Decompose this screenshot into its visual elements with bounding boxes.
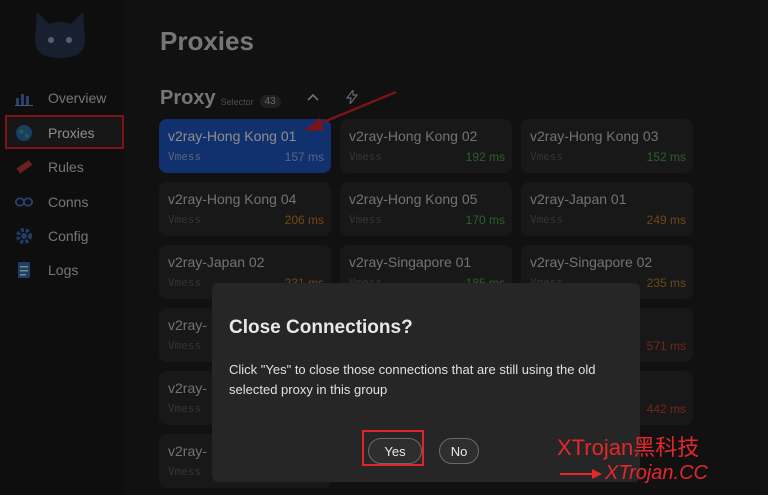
dialog-title: Close Connections?: [229, 317, 413, 338]
watermark-arrow-icon: [560, 469, 602, 479]
watermark-title: XTrojan黑科技: [557, 435, 700, 460]
dialog-message: Click "Yes" to close those connections t…: [229, 362, 596, 397]
watermark-url: XTrojan.CC: [605, 462, 708, 484]
app-root: Overview Proxies Rules Conns Config Logs…: [0, 0, 768, 495]
annotation-highlight-yes: [362, 430, 424, 466]
no-button[interactable]: No: [439, 438, 479, 464]
